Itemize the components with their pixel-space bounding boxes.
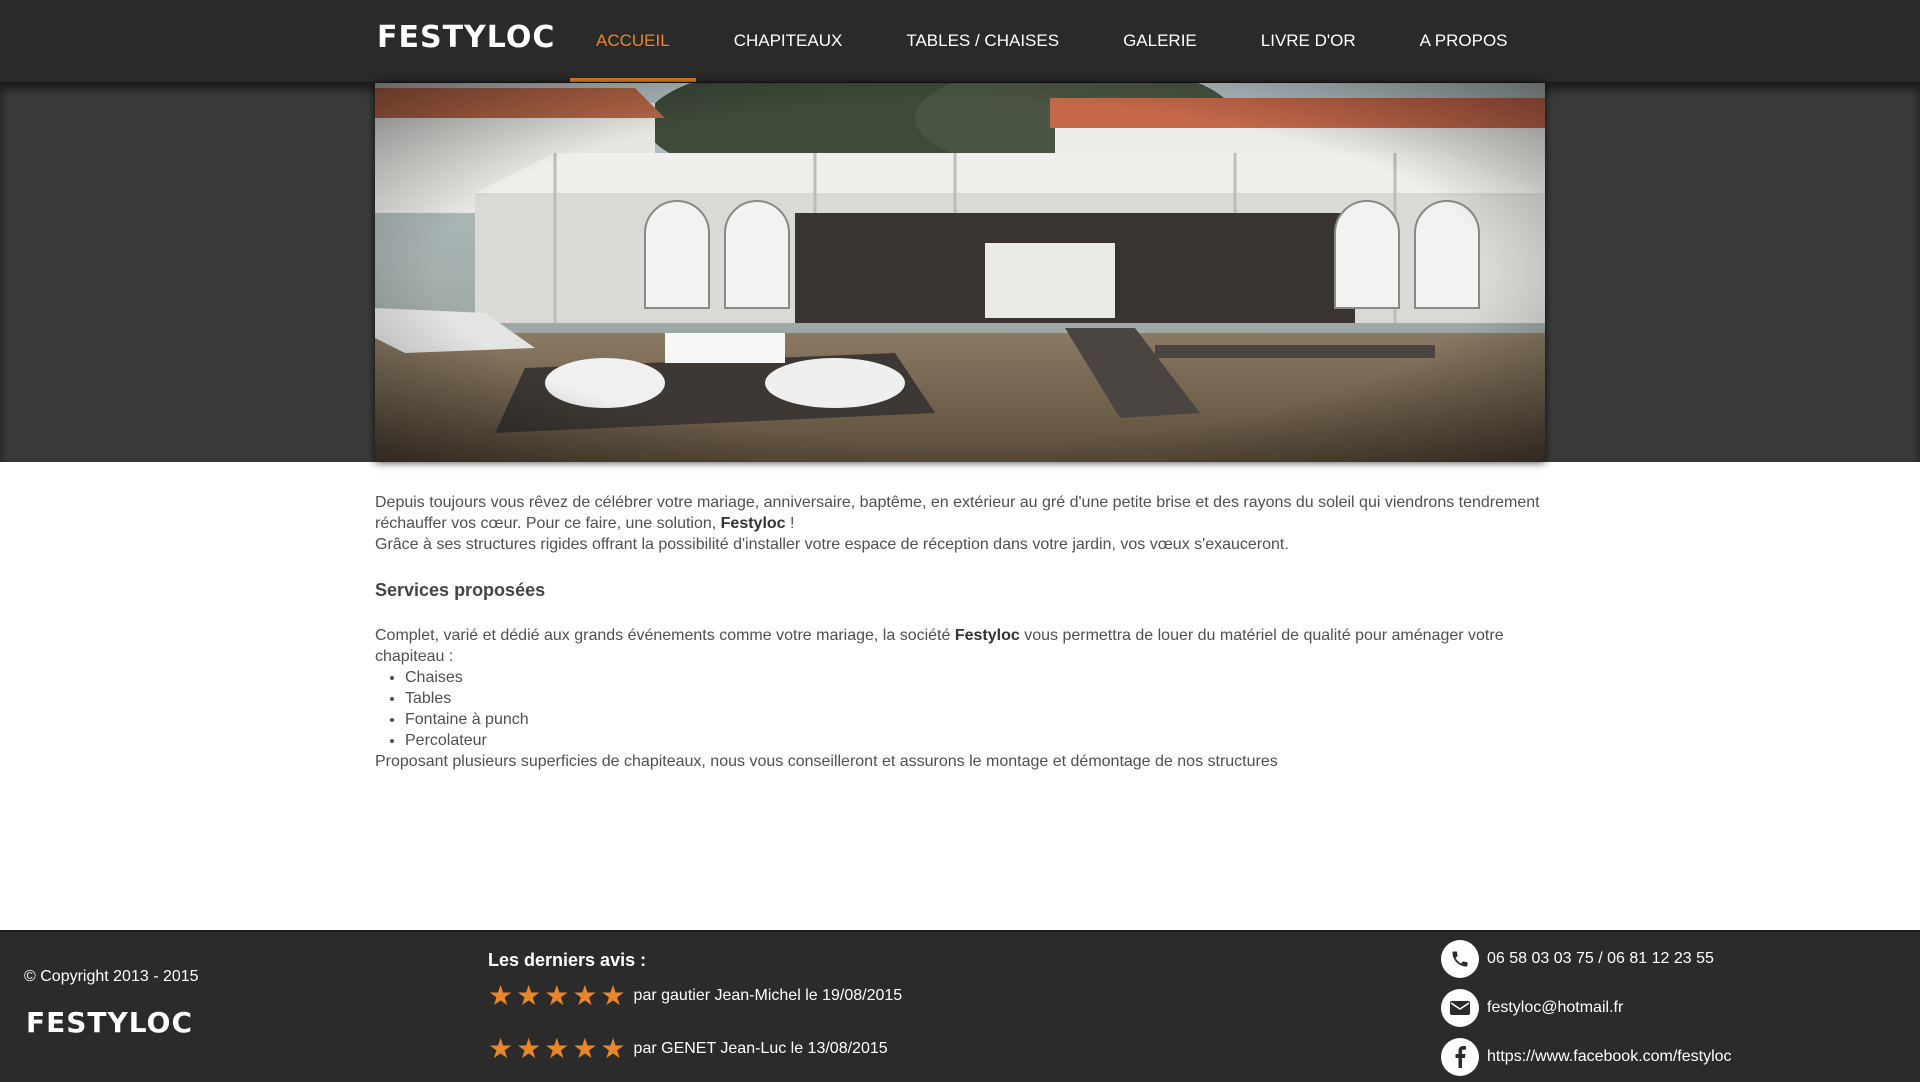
rating-stars: ★ ★ ★ ★ ★ [488,1035,626,1063]
phone-icon [1441,940,1479,978]
contact-facebook[interactable]: https://www.facebook.com/festyloc [1441,1038,1732,1076]
nav-item-accueil[interactable]: ACCUEIL [570,0,696,82]
review-text: par GENET Jean-Luc le 13/08/2015 [633,1040,888,1057]
contact-phone-text: 06 58 03 03 75 / 06 81 12 23 55 [1487,950,1714,967]
star-icon: ★ [600,1032,626,1065]
star-icon: ★ [516,1032,542,1065]
star-icon: ★ [516,979,542,1012]
nav-item-tables-chaises[interactable]: TABLES / CHAISES [880,0,1085,82]
intro-line2: Grâce à ses structures rigides offrant l… [375,536,1289,553]
closing-paragraph: Proposant plusieurs superficies de chapi… [375,753,1278,770]
mail-icon [1441,989,1479,1027]
top-navbar: FESTYLOC ACCUEIL CHAPITEAUX TABLES / CHA… [0,0,1920,83]
services-list: Chaises Tables Fontaine à punch Percolat… [375,667,1545,751]
copyright-text: © Copyright 2013 - 2015 [24,968,199,985]
contact-email-text: festyloc@hotmail.fr [1487,999,1624,1016]
intro-text: Depuis toujours vous rêvez de célébrer v… [375,494,1540,532]
nav-item-galerie[interactable]: GALERIE [1097,0,1223,82]
services-text: Complet, varié et dédié aux grands événe… [375,627,955,644]
list-item: Fontaine à punch [405,709,1545,730]
list-item: Tables [405,688,1545,709]
nav-item-chapiteaux[interactable]: CHAPITEAUX [708,0,869,82]
contact-facebook-text: https://www.facebook.com/festyloc [1487,1048,1732,1065]
main-content: Depuis toujours vous rêvez de célébrer v… [375,492,1545,772]
star-icon: ★ [544,979,570,1012]
list-item: Percolateur [405,730,1545,751]
contact-email[interactable]: festyloc@hotmail.fr [1441,989,1623,1027]
nav-item-a-propos[interactable]: A PROPOS [1394,0,1534,82]
star-icon: ★ [488,979,514,1012]
rating-stars: ★ ★ ★ ★ ★ [488,982,626,1010]
site-logo[interactable]: FESTYLOC [377,20,555,55]
nav-item-livre-dor[interactable]: LIVRE D'OR [1235,0,1382,82]
brand-name: Festyloc [720,515,786,532]
footer-logo[interactable]: FESTYLOC [26,1006,193,1039]
list-item: Chaises [405,667,1545,688]
main-nav: ACCUEIL CHAPITEAUX TABLES / CHAISES GALE… [570,0,1534,82]
services-paragraph: Complet, varié et dédié aux grands événe… [375,625,1545,667]
services-heading: Services proposées [375,580,546,600]
review-item[interactable]: ★ ★ ★ ★ ★ par gautier Jean-Michel le 19/… [488,982,902,1010]
star-icon: ★ [544,1032,570,1065]
hero-image [375,83,1545,462]
intro-paragraph: Depuis toujours vous rêvez de célébrer v… [375,492,1545,534]
star-icon: ★ [600,979,626,1012]
footer: © Copyright 2013 - 2015 FESTYLOC Les der… [0,930,1920,1082]
star-icon: ★ [572,979,598,1012]
star-icon: ★ [488,1032,514,1065]
review-item[interactable]: ★ ★ ★ ★ ★ par GENET Jean-Luc le 13/08/20… [488,1035,888,1063]
reviews-title: Les derniers avis : [488,950,647,970]
facebook-icon [1441,1038,1479,1076]
contact-phone[interactable]: 06 58 03 03 75 / 06 81 12 23 55 [1441,940,1714,978]
brand-name: Festyloc [954,627,1020,644]
star-icon: ★ [572,1032,598,1065]
intro-text-end: ! [785,515,795,532]
review-text: par gautier Jean-Michel le 19/08/2015 [633,987,903,1004]
